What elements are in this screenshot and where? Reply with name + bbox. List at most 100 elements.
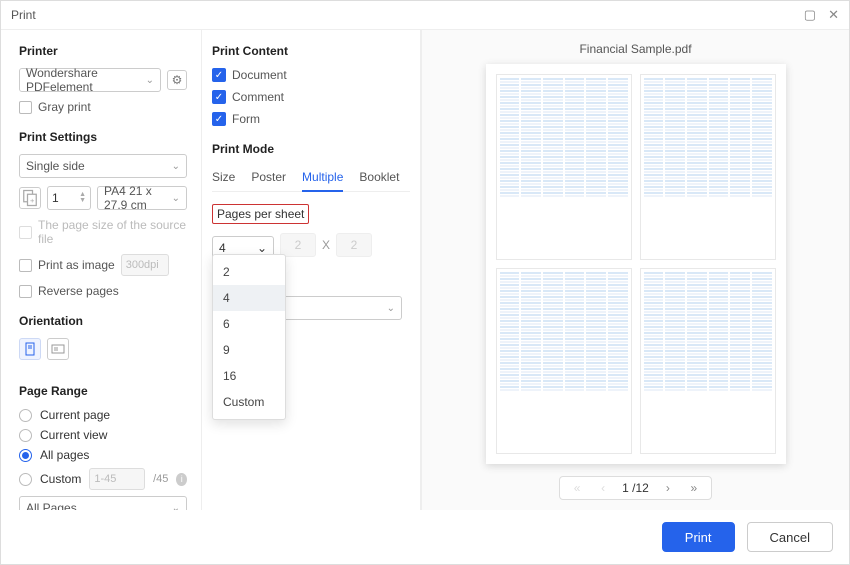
tab-booklet[interactable]: Booklet (359, 166, 399, 191)
pager-prev-icon[interactable]: ‹ (596, 481, 610, 495)
pps-dropdown: 4 ⌄ 2 4 6 9 16 Custom (212, 230, 274, 260)
dpi-input[interactable]: 300dpi (121, 254, 169, 276)
print-mode-tabs: Size Poster Multiple Booklet (212, 166, 410, 192)
radio-icon (19, 409, 32, 422)
printer-select[interactable]: Wondershare PDFelement ⌄ (19, 68, 161, 92)
page-size-selected: PA4 21 x 27.9 cm (104, 184, 172, 212)
reverse-pages-checkbox[interactable] (19, 285, 32, 298)
print-content-label: Print Content (212, 44, 410, 58)
pps-menu: 2 4 6 9 16 Custom (212, 254, 286, 420)
preview-pager: « ‹ 1 /12 › » (559, 476, 712, 500)
duplex-select[interactable]: Single side ⌄ (19, 154, 187, 178)
radio-current-page[interactable]: Current page (19, 408, 187, 422)
left-column: Printer Wondershare PDFelement ⌄ ⚙ Gray … (1, 30, 201, 510)
comment-checkbox[interactable]: ✓ (212, 90, 226, 104)
radio-current-view[interactable]: Current view (19, 428, 187, 442)
titlebar: Print ▢ ✕ (1, 1, 849, 30)
form-label: Form (232, 112, 260, 126)
close-icon[interactable]: ✕ (828, 7, 839, 23)
current-page-label: Current page (40, 408, 110, 422)
pps-controls: 4 ⌄ 2 4 6 9 16 Custom 2 X 2 (212, 230, 410, 260)
info-icon[interactable]: i (176, 473, 187, 486)
printer-settings-button[interactable]: ⚙ (167, 70, 187, 90)
total-pages-frac: /45 (153, 473, 168, 485)
pps-option-16[interactable]: 16 (213, 363, 285, 389)
chevron-down-icon: ⌄ (146, 75, 154, 86)
print-as-image-label: Print as image (38, 258, 115, 272)
tab-size[interactable]: Size (212, 166, 235, 191)
x-symbol: X (322, 238, 330, 252)
current-view-label: Current view (40, 428, 107, 442)
pps-option-4[interactable]: 4 (213, 285, 285, 311)
chevron-down-icon: ⌄ (172, 503, 180, 511)
orientation-portrait-button[interactable] (19, 338, 41, 360)
print-dialog: Print ▢ ✕ Printer Wondershare PDFelement… (0, 0, 850, 565)
form-checkbox[interactable]: ✓ (212, 112, 226, 126)
pps-cols-input[interactable]: 2 (280, 233, 316, 257)
cancel-button[interactable]: Cancel (747, 522, 833, 552)
tab-poster[interactable]: Poster (251, 166, 286, 191)
gray-print-label: Gray print (38, 100, 91, 114)
pager-next-icon[interactable]: › (661, 481, 675, 495)
orientation-landscape-button[interactable] (47, 338, 69, 360)
duplex-selected: Single side (26, 159, 85, 173)
pps-selected: 4 (219, 241, 226, 255)
print-button[interactable]: Print (662, 522, 735, 552)
preview-filename: Financial Sample.pdf (579, 42, 691, 56)
radio-all-pages[interactable]: All pages (19, 448, 187, 462)
page-size-select[interactable]: PA4 21 x 27.9 cm ⌄ (97, 186, 187, 210)
chevron-down-icon: ⌄ (172, 193, 180, 204)
print-mode-label: Print Mode (212, 142, 410, 156)
svg-text:+: + (30, 196, 35, 205)
copies-stepper[interactable]: 1 ▲▼ (47, 186, 91, 210)
radio-custom[interactable]: Custom 1-45 /45 i (19, 468, 187, 490)
preview-thumb (640, 268, 776, 454)
radio-icon (19, 449, 32, 462)
window-controls: ▢ ✕ (804, 7, 839, 23)
gray-print-checkbox[interactable] (19, 101, 32, 114)
pps-option-2[interactable]: 2 (213, 259, 285, 285)
dialog-content: Printer Wondershare PDFelement ⌄ ⚙ Gray … (1, 30, 849, 510)
pps-option-6[interactable]: 6 (213, 311, 285, 337)
pager-current: 1 /12 (622, 481, 649, 495)
tab-multiple[interactable]: Multiple (302, 166, 343, 192)
chevron-down-icon: ⌄ (172, 161, 180, 172)
radio-icon (19, 429, 32, 442)
comment-label: Comment (232, 90, 284, 104)
pps-option-9[interactable]: 9 (213, 337, 285, 363)
printer-selected: Wondershare PDFelement (26, 66, 146, 94)
pages-per-sheet-label: Pages per sheet (212, 204, 309, 224)
pager-first-icon[interactable]: « (570, 481, 584, 495)
subset-selected: All Pages (26, 501, 77, 510)
orientation-label: Orientation (19, 314, 187, 328)
pps-option-custom[interactable]: Custom (213, 389, 285, 415)
maximize-icon[interactable]: ▢ (804, 7, 816, 23)
stepper-arrows: ▲▼ (79, 192, 86, 204)
preview-page (486, 64, 786, 464)
copies-icon: + (19, 187, 41, 209)
preview-thumb (496, 74, 632, 260)
chevron-down-icon: ⌄ (387, 303, 395, 314)
pager-last-icon[interactable]: » (687, 481, 701, 495)
chevron-down-icon: ⌄ (257, 241, 267, 255)
reverse-pages-label: Reverse pages (38, 284, 119, 298)
middle-column: Print Content ✓ Document ✓ Comment ✓ Form P… (201, 30, 421, 510)
preview-thumb (496, 268, 632, 454)
custom-range-input[interactable]: 1-45 (89, 468, 145, 490)
document-checkbox[interactable]: ✓ (212, 68, 226, 82)
custom-label: Custom (40, 472, 81, 486)
window-title: Print (11, 8, 36, 22)
all-pages-label: All pages (40, 448, 89, 462)
page-range-label: Page Range (19, 384, 187, 398)
document-label: Document (232, 68, 287, 82)
print-settings-label: Print Settings (19, 130, 187, 144)
copies-value: 1 (52, 191, 59, 205)
portrait-icon (23, 342, 37, 356)
printer-label: Printer (19, 44, 187, 58)
subset-select[interactable]: All Pages ⌄ (19, 496, 187, 510)
pps-rows-input[interactable]: 2 (336, 233, 372, 257)
source-size-checkbox[interactable] (19, 226, 32, 239)
print-as-image-checkbox[interactable] (19, 259, 32, 272)
landscape-icon (51, 342, 65, 356)
radio-icon (19, 473, 32, 486)
